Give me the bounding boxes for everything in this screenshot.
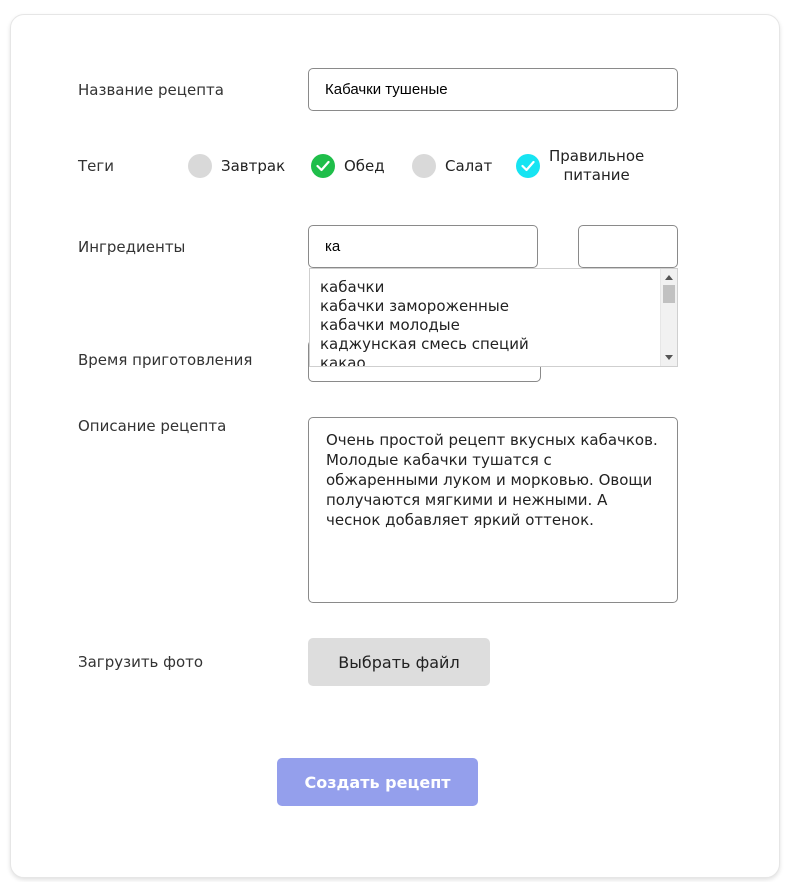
tag-healthy-line1: Правильное (549, 147, 645, 165)
ingredient-search-input[interactable]: ка (308, 225, 538, 268)
suggestion-item[interactable]: каджунская смесь специй (320, 335, 677, 354)
ingredients-label: Ингредиенты (78, 238, 186, 256)
cooking-time-label: Время приготовления (78, 351, 253, 369)
suggestion-item[interactable]: какао (320, 354, 677, 366)
unchecked-circle-icon (412, 154, 436, 178)
tags-label: Теги (78, 157, 115, 175)
suggestion-item[interactable]: кабачки молодые (320, 316, 677, 335)
dropdown-scrollbar[interactable] (660, 269, 677, 366)
description-label: Описание рецепта (78, 417, 227, 435)
create-recipe-button[interactable]: Создать рецепт (277, 758, 478, 806)
checkmark-icon (516, 154, 540, 178)
tag-healthy[interactable]: Правильное питание (516, 147, 644, 185)
tag-lunch[interactable]: Обед (311, 154, 385, 178)
tag-salad[interactable]: Салат (412, 154, 492, 178)
description-textarea[interactable]: Очень простой рецепт вкусных кабачков. М… (308, 417, 678, 603)
ingredient-amount-input[interactable] (578, 225, 678, 268)
tag-breakfast-label: Завтрак (221, 157, 286, 175)
tag-salad-label: Салат (445, 157, 493, 175)
scroll-up-arrow-icon[interactable] (665, 275, 673, 280)
recipe-name-input[interactable]: Кабачки тушеные (308, 68, 678, 111)
choose-file-button[interactable]: Выбрать файл (308, 638, 490, 686)
tag-lunch-label: Обед (344, 157, 385, 175)
suggestion-item[interactable]: кабачки замороженные (320, 297, 677, 316)
recipe-name-label: Название рецепта (78, 81, 224, 99)
ingredient-suggestions-dropdown[interactable]: кабачки кабачки замороженные кабачки мол… (309, 268, 678, 367)
checkmark-icon (311, 154, 335, 178)
scroll-down-arrow-icon[interactable] (665, 355, 673, 360)
scroll-thumb[interactable] (663, 285, 675, 303)
recipe-name-value: Кабачки тушеные (325, 81, 448, 98)
suggestion-item[interactable]: кабачки (320, 278, 677, 297)
upload-photo-label: Загрузить фото (78, 653, 204, 671)
ingredient-search-value: ка (325, 238, 341, 255)
tag-breakfast[interactable]: Завтрак (188, 154, 285, 178)
unchecked-circle-icon (188, 154, 212, 178)
tag-healthy-label: Правильное питание (549, 147, 644, 185)
tag-healthy-line2: питание (563, 166, 630, 184)
